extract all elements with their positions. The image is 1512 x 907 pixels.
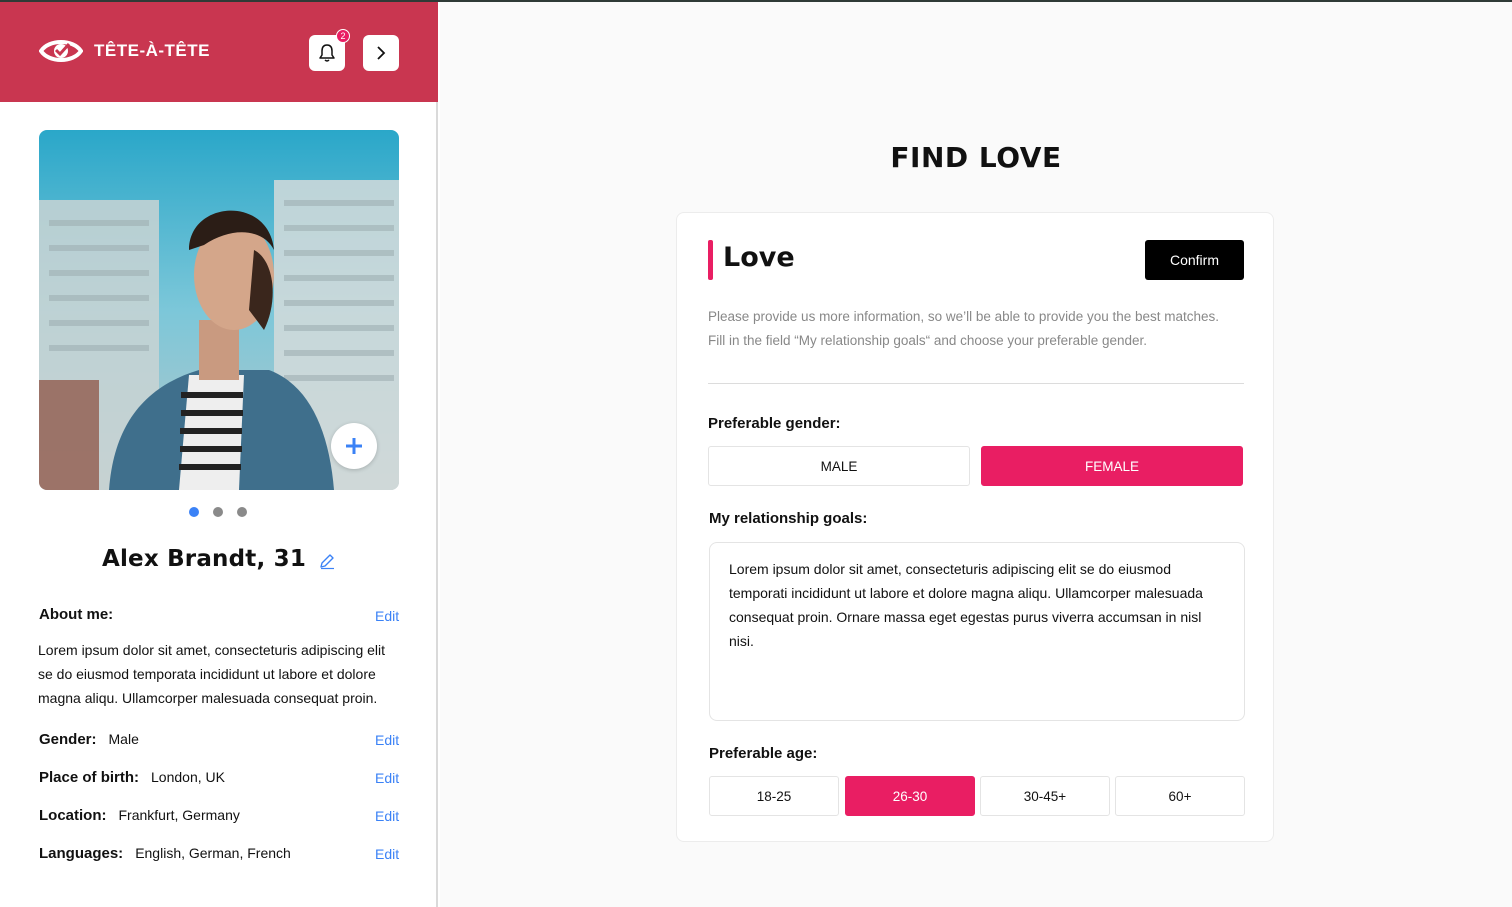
notifications-button[interactable]: 2 (309, 29, 350, 71)
place-of-birth-label: Place of birth: (39, 769, 140, 786)
page-title: FIND LOVE (890, 141, 1062, 174)
age-option-30-45[interactable]: 30-45+ (980, 776, 1110, 816)
card-title: Love (723, 242, 795, 273)
gender-option-male[interactable]: MALE (708, 446, 970, 486)
brand-name: TÊTE-À-TÊTE (94, 41, 210, 60)
preferable-age-label: Preferable age: (709, 745, 818, 762)
card-accent-bar (708, 240, 713, 280)
edit-gender-link[interactable]: Edit (375, 732, 399, 748)
edit-about-link[interactable]: Edit (375, 608, 399, 624)
gender-value: Male (108, 731, 139, 747)
description-line: Fill in the field “My relationship goals… (708, 333, 1147, 348)
plus-icon (346, 438, 362, 454)
chevron-right-icon (377, 46, 386, 60)
carousel-dot[interactable] (213, 507, 223, 517)
place-of-birth-row: Place of birth: London, UK (39, 769, 225, 786)
languages-row: Languages: English, German, French (39, 845, 291, 862)
gender-label: Gender: (39, 731, 97, 748)
card-description: Please provide us more information, so w… (708, 305, 1248, 353)
age-option-18-25[interactable]: 18-25 (709, 776, 839, 816)
location-label: Location: (39, 807, 107, 824)
notification-badge: 2 (336, 29, 350, 43)
bell-icon (319, 44, 335, 62)
edit-languages-link[interactable]: Edit (375, 846, 399, 862)
location-row: Location: Frankfurt, Germany (39, 807, 240, 824)
brand-logo[interactable]: TÊTE-À-TÊTE (39, 35, 210, 67)
age-option-60-plus[interactable]: 60+ (1115, 776, 1245, 816)
profile-name: Alex Brandt, 31 (101, 546, 307, 572)
location-value: Frankfurt, Germany (118, 807, 240, 823)
edit-location-link[interactable]: Edit (375, 808, 399, 824)
add-photo-button[interactable] (331, 423, 377, 469)
description-line: Please provide us more information, so w… (708, 309, 1220, 324)
edit-name-pencil-icon[interactable] (318, 552, 336, 570)
eye-logo-icon (39, 40, 83, 62)
love-preferences-card: Love Confirm Please provide us more info… (676, 212, 1274, 842)
languages-value: English, German, French (135, 845, 291, 861)
gender-option-female[interactable]: FEMALE (981, 446, 1243, 486)
confirm-button[interactable]: Confirm (1145, 240, 1244, 280)
about-me-text: Lorem ipsum dolor sit amet, consecteturi… (38, 642, 386, 706)
place-of-birth-value: London, UK (151, 769, 225, 785)
languages-label: Languages: (39, 845, 124, 862)
relationship-goals-textarea[interactable]: Lorem ipsum dolor sit amet, consecteturi… (709, 542, 1245, 721)
app-header: TÊTE-À-TÊTE 2 (0, 2, 438, 102)
relationship-goals-label: My relationship goals: (709, 510, 868, 527)
edit-place-of-birth-link[interactable]: Edit (375, 770, 399, 786)
collapse-sidebar-button[interactable] (363, 35, 399, 71)
profile-name-row: Alex Brandt, 31 (0, 546, 438, 572)
profile-sidebar: TÊTE-À-TÊTE 2 Alex Brandt, 31 About me: … (0, 2, 438, 907)
preferable-gender-label: Preferable gender: (708, 415, 841, 432)
divider (708, 383, 1244, 384)
age-option-26-30[interactable]: 26-30 (845, 776, 975, 816)
carousel-dot[interactable] (189, 507, 199, 517)
photo-carousel-dots (189, 507, 247, 517)
carousel-dot[interactable] (237, 507, 247, 517)
gender-row: Gender: Male (39, 731, 139, 748)
about-me-label: About me: (39, 606, 114, 623)
